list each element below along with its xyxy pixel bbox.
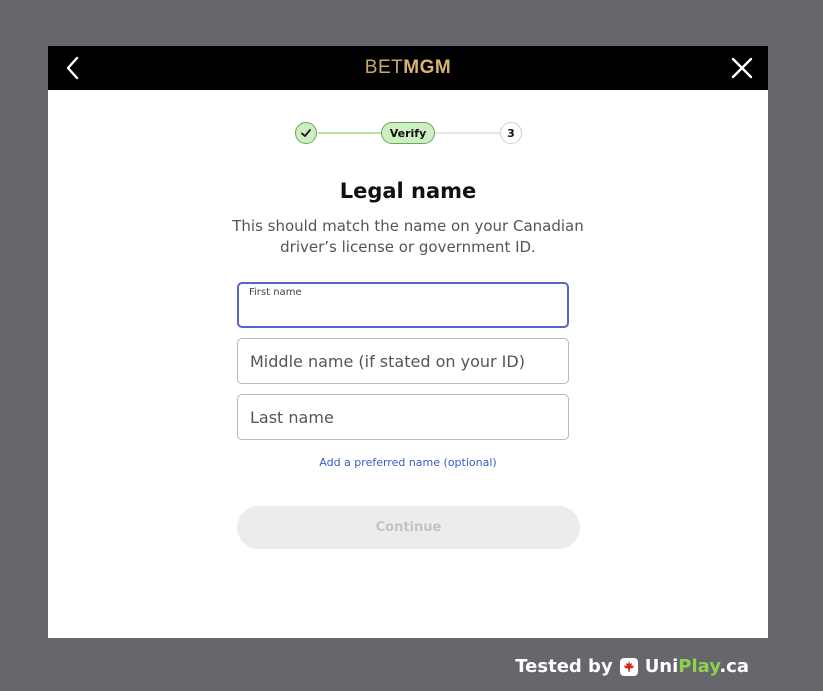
top-bar: BETMGM xyxy=(48,46,768,90)
close-icon xyxy=(731,57,753,79)
step-connector-completed xyxy=(318,132,382,134)
logo-mgm: MGM xyxy=(403,57,452,78)
page-title: Legal name xyxy=(339,179,477,203)
step-2-current: Verify xyxy=(381,122,435,144)
middle-name-field[interactable] xyxy=(237,338,569,384)
step-1-completed xyxy=(295,122,317,144)
betmgm-logo: BETMGM xyxy=(48,57,768,79)
first-name-input[interactable] xyxy=(239,284,567,326)
registration-modal: BETMGM Verify 3 Legal name This should m… xyxy=(48,46,768,638)
continue-button[interactable]: Continue xyxy=(237,506,580,549)
uniplay-brand: UniPlay.ca xyxy=(644,656,749,677)
tested-by-text: Tested by xyxy=(515,656,613,677)
tested-by-badge: Tested by UniPlay.ca xyxy=(515,656,749,677)
page-subtitle: This should match the name on your Canad… xyxy=(232,217,584,256)
middle-name-input[interactable] xyxy=(238,339,568,383)
last-name-field[interactable] xyxy=(237,394,569,440)
step-3-pending: 3 xyxy=(500,122,522,144)
progress-stepper: Verify 3 xyxy=(48,120,768,144)
last-name-input[interactable] xyxy=(238,395,568,439)
logo-bet: BET xyxy=(364,57,404,78)
close-button[interactable] xyxy=(730,56,754,80)
checkmark-icon xyxy=(301,129,311,137)
first-name-field[interactable]: First name xyxy=(237,282,569,328)
maple-leaf-icon xyxy=(619,657,638,676)
add-preferred-name-link[interactable]: Add a preferred name (optional) xyxy=(48,456,768,469)
step-connector-pending xyxy=(434,132,500,134)
